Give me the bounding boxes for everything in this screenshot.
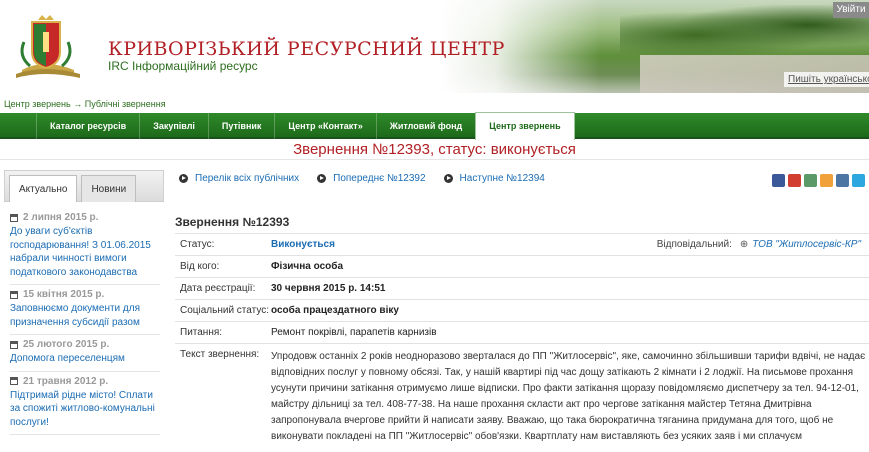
login-button[interactable]: Увійти	[833, 2, 869, 18]
social-label: Соціальний статус:	[180, 305, 269, 316]
city-emblem-logo[interactable]	[8, 12, 80, 84]
nav-item-requests-center[interactable]: Центр звернень	[475, 112, 575, 140]
request-title: Звернення №12393	[175, 215, 290, 229]
news-date: 21 травня 2012 р.	[23, 375, 109, 387]
responsible-label: Відповідальний:	[656, 239, 732, 250]
facebook-icon[interactable]	[772, 174, 785, 187]
breadcrumb-current-link[interactable]: Публічні звернення	[85, 99, 166, 109]
news-link[interactable]: Заповнюємо документи для призначення суб…	[10, 302, 160, 329]
google-plus-icon[interactable]	[788, 174, 801, 187]
arrow-circle-icon	[179, 174, 188, 183]
nav-item-housing[interactable]: Житловий фонд	[375, 113, 476, 139]
text-label: Текст звернення:	[180, 349, 260, 360]
odnoklassniki-icon[interactable]	[820, 174, 833, 187]
next-request-link[interactable]: Наступне №12394	[443, 173, 545, 184]
site-title[interactable]: КРИВОРІЗЬКИЙ РЕСУРСНИЙ ЦЕНТР	[108, 38, 505, 60]
page-title: Звернення №12393, статус: виконується	[0, 140, 869, 160]
globe-icon: ⊕	[739, 239, 749, 250]
sidebar-tabs: Актуально Новини	[4, 170, 164, 202]
breadcrumb-separator: →	[73, 99, 83, 109]
status-label: Статус:	[180, 239, 215, 250]
from-row: Від кого: Фізична особа	[175, 255, 869, 277]
list-item: 2 липня 2015 р. До уваги суб'єктів госпо…	[10, 208, 160, 285]
date-label: Дата реєстрації:	[180, 283, 256, 294]
request-pager: Перелік всіх публічних Попереднє №12392 …	[179, 173, 563, 184]
news-date: 25 лютого 2015 р.	[23, 339, 110, 350]
nav-item-catalog[interactable]: Каталог ресурсів	[36, 113, 139, 139]
share-buttons	[769, 174, 865, 187]
calendar-icon	[10, 377, 18, 385]
sidebar: Актуально Новини 2 липня 2015 р. До уваг…	[4, 170, 164, 452]
request-details: Статус: Виконується Відповідальний: ⊕ ТО…	[175, 233, 869, 450]
nav-item-contact-center[interactable]: Центр «Контакт»	[274, 113, 375, 139]
nav-item-procurement[interactable]: Закупівлі	[139, 113, 208, 139]
from-value: Фізична особа	[271, 261, 344, 272]
news-link[interactable]: Підтримай рідне місто! Сплати за спожиті…	[10, 389, 160, 430]
news-date: 2 липня 2015 р.	[23, 212, 99, 223]
nav-item-guide[interactable]: Путівник	[207, 113, 275, 139]
calendar-icon	[10, 340, 18, 349]
twitter-icon[interactable]	[852, 174, 865, 187]
calendar-icon	[10, 213, 18, 222]
arrow-circle-icon	[317, 174, 327, 183]
breadcrumb: Центр звернень → Публічні звернення	[4, 99, 166, 109]
social-row: Соціальний статус: особа працездатного в…	[175, 299, 869, 321]
list-item: 21 травня 2012 р. Підтримай рідне місто!…	[10, 372, 160, 435]
arrow-circle-icon	[443, 174, 453, 183]
main-nav: Каталог ресурсів Закупівлі Путівник Цент…	[0, 112, 869, 140]
list-item: 15 квітня 2015 р. Заповнюємо документи д…	[10, 285, 160, 335]
previous-request-link[interactable]: Попереднє №12392	[317, 173, 426, 184]
status-row: Статус: Виконується Відповідальний: ⊕ ТО…	[175, 233, 869, 255]
date-value: 30 червня 2015 р. 14:51	[271, 283, 386, 294]
site-header: Увійти Пишіть українською КРИВОРІЗЬКИЙ Р…	[0, 0, 869, 93]
vk-icon[interactable]	[836, 174, 849, 187]
news-link[interactable]: Допомога переселенцям	[10, 352, 160, 366]
news-link[interactable]: До уваги суб'єктів господарювання! З 01.…	[10, 225, 160, 279]
question-value: Ремонт покрівлі, парапетів карнизів	[271, 327, 437, 338]
question-row: Питання: Ремонт покрівлі, парапетів карн…	[175, 321, 869, 343]
list-item: 25 лютого 2015 р. Допомога переселенцям	[10, 335, 160, 372]
responsible-link[interactable]: ТОВ "Житлосервіс-КР"	[752, 239, 861, 250]
tab-news[interactable]: Новини	[81, 175, 137, 202]
tab-actual[interactable]: Актуально	[9, 175, 78, 202]
site-subtitle: IRC Інформаційний ресурс	[108, 59, 258, 73]
social-value: особа працездатного віку	[271, 305, 399, 316]
breadcrumb-home-link[interactable]: Центр звернень	[4, 99, 71, 109]
from-label: Від кого:	[180, 261, 220, 272]
calendar-icon	[10, 290, 18, 299]
news-list: 2 липня 2015 р. До уваги суб'єктів госпо…	[4, 202, 164, 435]
text-row: Текст звернення: Упродовж останніх 2 рок…	[175, 343, 869, 450]
language-link[interactable]: Пишіть українською	[784, 72, 869, 87]
news-date: 15 квітня 2015 р.	[23, 289, 105, 300]
mail-icon[interactable]	[804, 174, 817, 187]
question-label: Питання:	[180, 327, 223, 338]
all-public-link[interactable]: Перелік всіх публічних	[179, 173, 299, 184]
request-text: Упродовж останніх 2 років неодноразово з…	[271, 351, 866, 442]
date-row: Дата реєстрації: 30 червня 2015 р. 14:51	[175, 277, 869, 299]
main-content: Перелік всіх публічних Попереднє №12392 …	[175, 170, 869, 452]
